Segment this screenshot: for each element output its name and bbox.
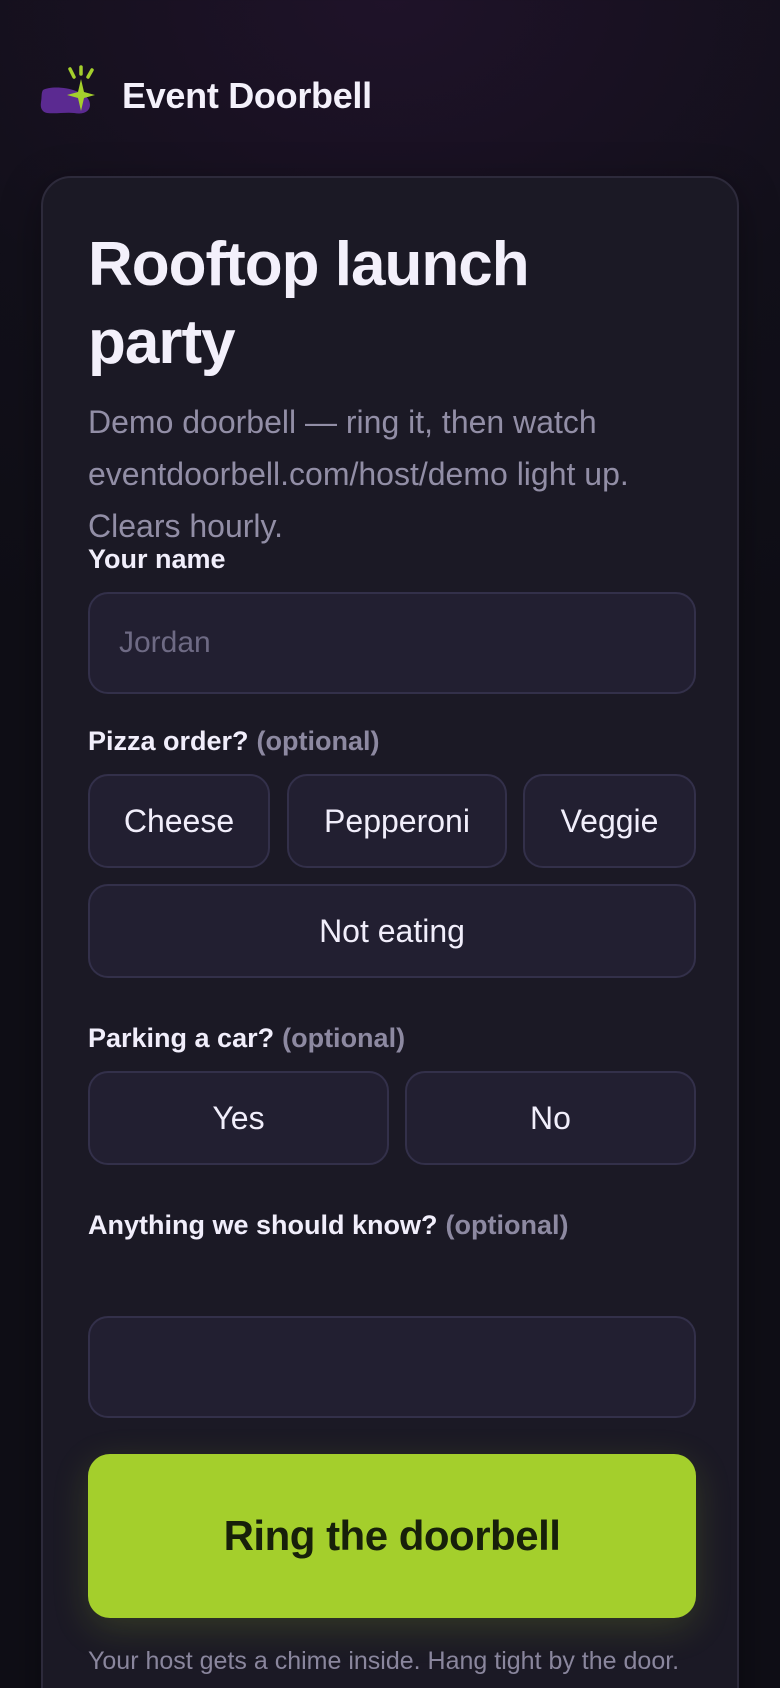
name-label: Your name [88,544,226,575]
parking-option-no[interactable]: No [405,1071,696,1165]
pizza-option-cheese[interactable]: Cheese [88,774,270,868]
notes-label-text: Anything we should know? [88,1210,438,1240]
pizza-option-veggie[interactable]: Veggie [523,774,696,868]
pizza-option-pepperoni[interactable]: Pepperoni [287,774,507,868]
event-title: Rooftop launch party [88,230,530,377]
brand-name: Event Doorbell [122,75,372,116]
parking-label-text: Parking a car? [88,1023,275,1053]
notes-label: Anything we should know? (optional) [88,1210,568,1241]
parking-option-yes[interactable]: Yes [88,1071,389,1165]
notes-optional-hint: (optional) [445,1210,569,1240]
pizza-option-not-eating[interactable]: Not eating [88,884,696,978]
parking-label: Parking a car? (optional) [88,1023,405,1054]
rsvp-card: Rooftop launch party Demo doorbell — rin… [41,176,739,1688]
submit-footnote: Your host gets a chime inside. Hang tigh… [88,1647,680,1675]
name-label-text: Your name [88,544,226,574]
parking-optional-hint: (optional) [282,1023,406,1053]
name-input[interactable] [88,592,696,694]
event-description: Demo doorbell — ring it, then watch even… [88,404,629,544]
pizza-optional-hint: (optional) [256,726,380,756]
notes-input[interactable] [88,1316,696,1418]
pizza-label: Pizza order? (optional) [88,726,380,757]
app-header: Event Doorbell [40,62,372,130]
doorbell-sparkle-icon [40,65,102,127]
ring-doorbell-button[interactable]: Ring the doorbell [88,1454,696,1618]
pizza-label-text: Pizza order? [88,726,249,756]
